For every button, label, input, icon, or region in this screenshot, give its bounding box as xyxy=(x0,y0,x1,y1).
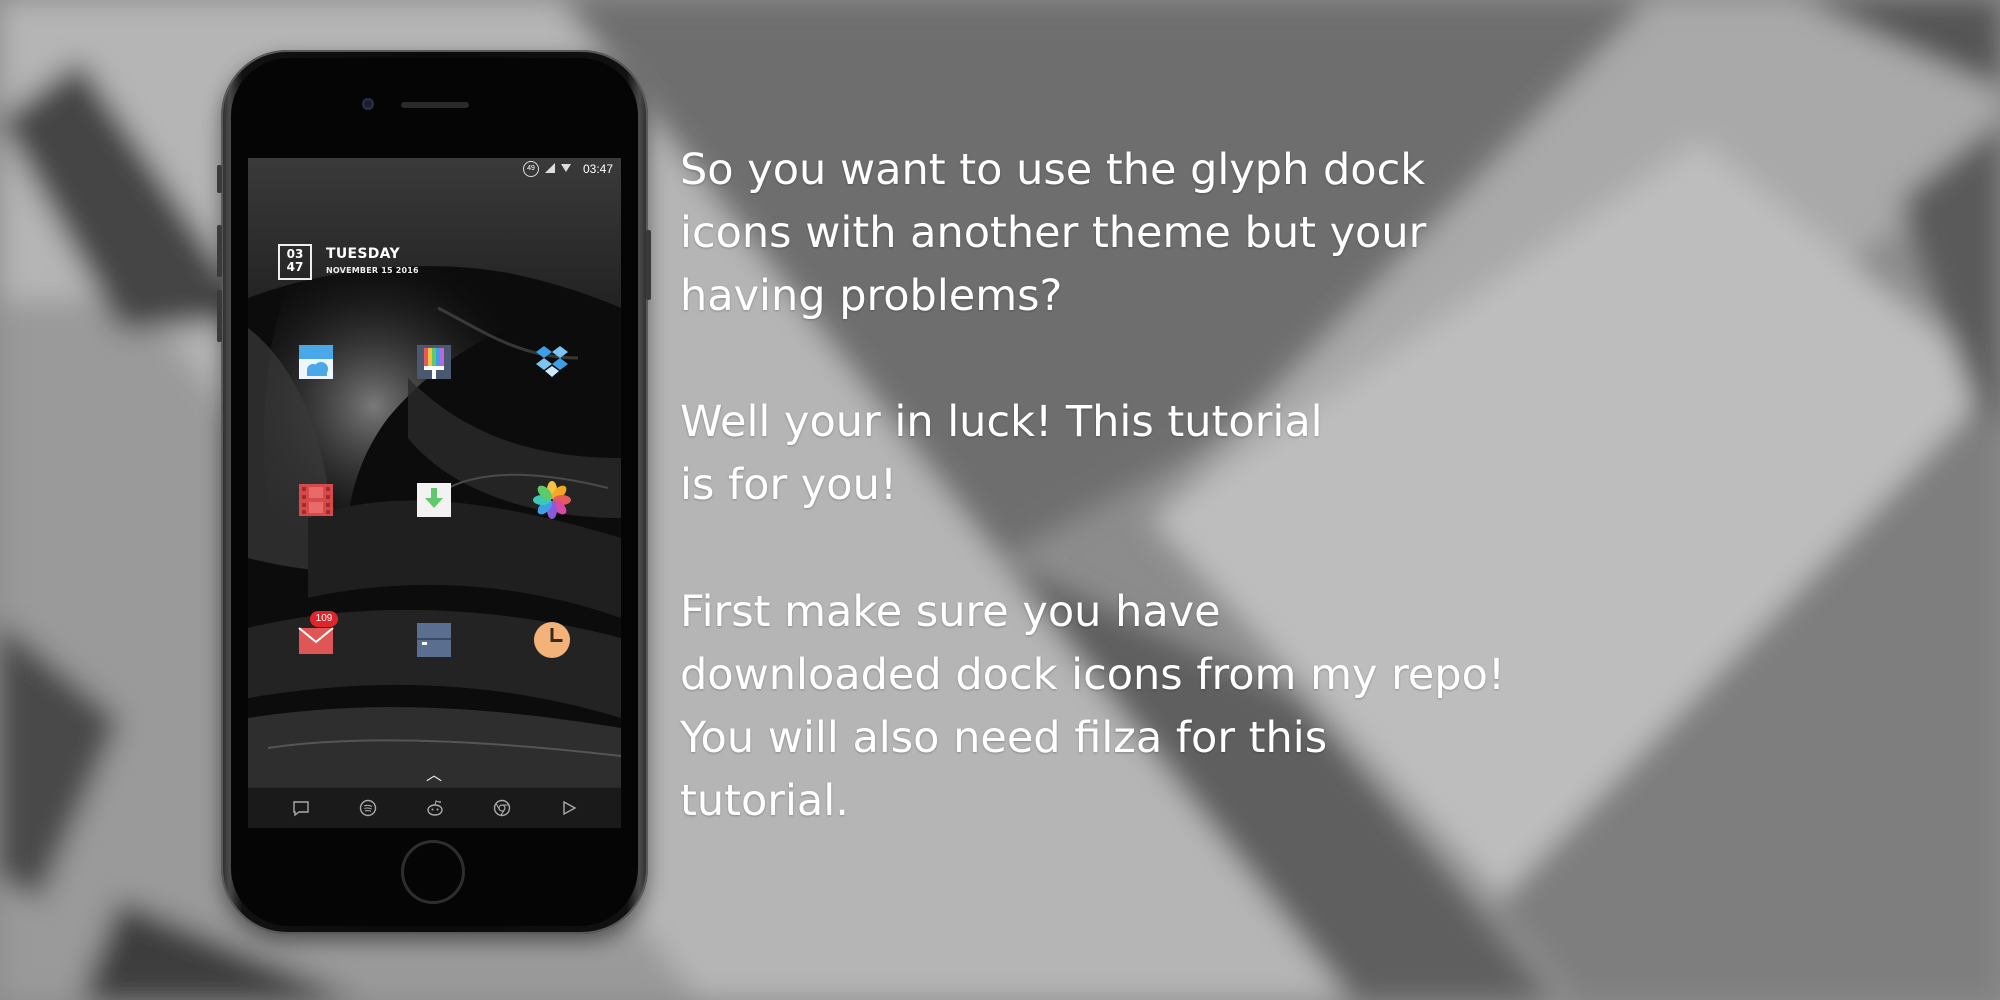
wifi-icon xyxy=(561,164,571,172)
battery-icon: 49 xyxy=(523,161,539,177)
play-icon[interactable] xyxy=(559,798,579,818)
earpiece-speaker xyxy=(401,102,469,108)
tutorial-luck-text: Well your in luck! This tutorial is for … xyxy=(680,397,1323,510)
weather-icon[interactable] xyxy=(296,342,336,382)
tutorial-requirements-text: First make sure you have downloaded dock… xyxy=(680,587,1506,826)
widget-day: TUESDAY xyxy=(326,246,400,262)
status-time: 03:47 xyxy=(582,162,613,176)
reddit-icon[interactable] xyxy=(425,798,445,818)
mail-badge: 109 xyxy=(310,611,338,627)
volume-up-button xyxy=(217,225,222,277)
phone-screen: 49 03:47 03 47 TUESDAY NOVEMBER 15 2016 xyxy=(248,158,621,828)
chrome-icon[interactable] xyxy=(492,798,512,818)
message-icon[interactable] xyxy=(291,798,311,818)
status-bar: 49 03:47 xyxy=(248,158,621,180)
front-camera xyxy=(362,98,374,110)
chevron-up-icon[interactable]: ︿ xyxy=(426,767,442,783)
spotify-icon[interactable] xyxy=(358,798,378,818)
tutorial-intro-text: So you want to use the glyph dock icons … xyxy=(680,145,1427,321)
download-icon[interactable] xyxy=(414,480,454,520)
video-icon[interactable] xyxy=(296,480,336,520)
paint-icon[interactable] xyxy=(414,342,454,382)
clock-widget-box[interactable]: 03 47 xyxy=(278,244,312,280)
photos-icon[interactable] xyxy=(532,480,572,520)
dock xyxy=(248,787,621,828)
dropbox-icon[interactable] xyxy=(532,342,572,382)
mute-switch xyxy=(217,165,222,193)
volume-down-button xyxy=(217,290,222,342)
finder-icon[interactable] xyxy=(414,620,454,660)
home-button[interactable] xyxy=(401,840,465,904)
widget-date: NOVEMBER 15 2016 xyxy=(326,266,419,275)
signal-icon xyxy=(545,163,555,173)
power-button xyxy=(646,230,651,300)
widget-minute: 47 xyxy=(286,260,304,274)
clock-icon[interactable] xyxy=(532,620,572,660)
